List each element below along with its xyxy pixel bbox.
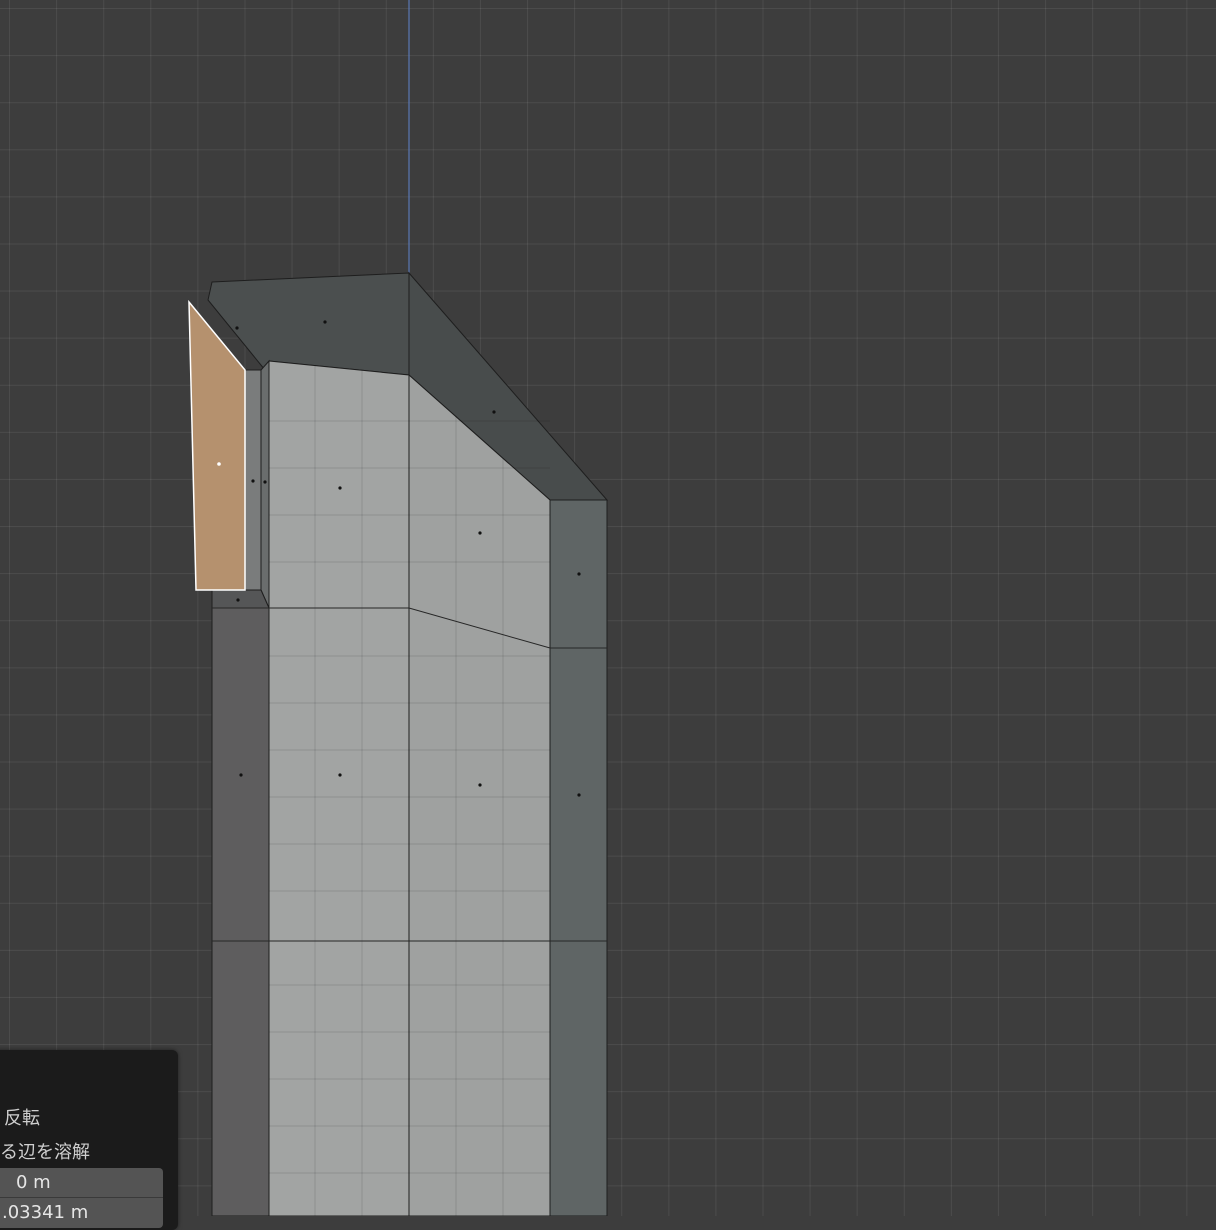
depth-field-value: .03341 m (2, 1202, 89, 1223)
offset-field[interactable]: 0 m (0, 1168, 163, 1198)
flip-option-label[interactable]: 反転 (0, 1104, 40, 1130)
mesh-side-face-right[interactable] (549, 499, 608, 1216)
selected-face[interactable] (188, 299, 246, 591)
offset-field-value: 0 m (16, 1172, 51, 1193)
mesh-inner-bevel-face[interactable] (260, 359, 270, 609)
3d-viewport[interactable] (0, 0, 1216, 1216)
mesh-front-face-right[interactable] (408, 373, 551, 1216)
mesh-top-face-left[interactable] (207, 272, 410, 376)
mesh-side-face-left[interactable] (211, 589, 270, 1216)
depth-field[interactable]: .03341 m (0, 1198, 163, 1227)
dissolve-edges-option-label[interactable]: る辺を溶解 (0, 1138, 90, 1164)
mesh-front-face-left[interactable] (268, 360, 410, 1216)
mesh-scene (188, 0, 609, 1216)
mesh-lower-left-face[interactable] (211, 589, 270, 609)
selected-face-center-dot (217, 462, 221, 466)
operator-field-group: 0 m .03341 m (0, 1168, 163, 1228)
